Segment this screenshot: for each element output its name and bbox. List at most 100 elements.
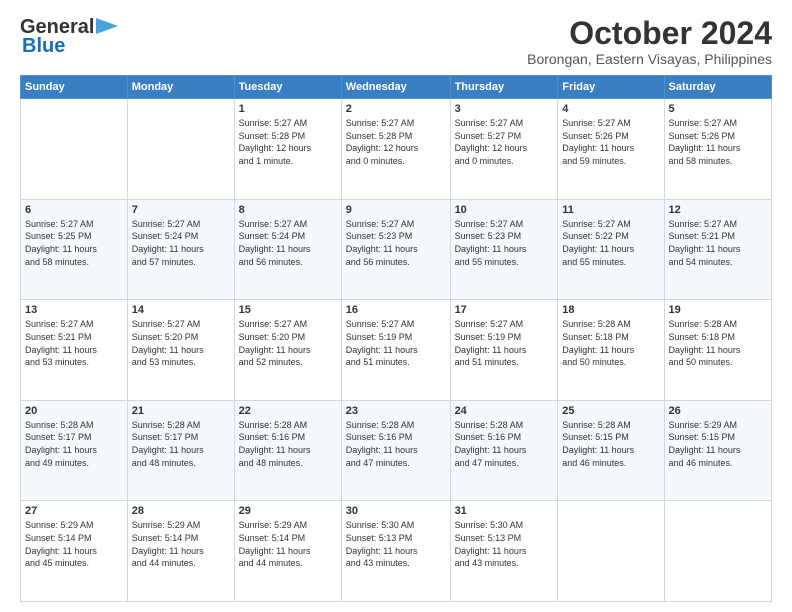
day-number: 18 xyxy=(562,304,659,316)
day-info: Sunrise: 5:29 AM Sunset: 5:15 PM Dayligh… xyxy=(669,419,767,469)
day-info: Sunrise: 5:27 AM Sunset: 5:25 PM Dayligh… xyxy=(25,218,123,268)
col-wednesday: Wednesday xyxy=(341,76,450,99)
calendar-cell: 25Sunrise: 5:28 AM Sunset: 5:15 PM Dayli… xyxy=(558,400,664,501)
calendar-cell: 5 Sunrise: 5:27 AM Sunset: 5:26 PM Daylig… xyxy=(664,99,771,200)
day-number: 23 xyxy=(346,405,446,417)
calendar-cell: 11Sunrise: 5:27 AM Sunset: 5:22 PM Dayli… xyxy=(558,199,664,300)
calendar-cell: 6 Sunrise: 5:27 AM Sunset: 5:25 PM Daylig… xyxy=(21,199,128,300)
calendar-cell: 29 Sunrise: 5:29 AM Sunset: 5:14 PM Dayli… xyxy=(234,501,341,602)
col-friday: Friday xyxy=(558,76,664,99)
week-row-2: 6 Sunrise: 5:27 AM Sunset: 5:25 PM Daylig… xyxy=(21,199,772,300)
day-info: Sunrise: 5:28 AM Sunset: 5:18 PM Dayligh… xyxy=(669,318,767,368)
day-info: Sunrise: 5:27 AM Sunset: 5:21 PM Dayligh… xyxy=(669,218,767,268)
calendar-cell xyxy=(127,99,234,200)
header: General Blue October 2024 Borongan, East… xyxy=(20,16,772,67)
day-info: Sunrise: 5:28 AM Sunset: 5:18 PM Dayligh… xyxy=(562,318,659,368)
day-info: Sunrise: 5:28 AM Sunset: 5:16 PM Dayligh… xyxy=(346,419,446,469)
day-number: 3 xyxy=(455,103,554,115)
calendar-cell: 20 Sunrise: 5:28 AM Sunset: 5:17 PM Dayli… xyxy=(21,400,128,501)
calendar-cell: 27 Sunrise: 5:29 AM Sunset: 5:14 PM Dayli… xyxy=(21,501,128,602)
day-number: 17 xyxy=(455,304,554,316)
day-info: Sunrise: 5:30 AM Sunset: 5:13 PM Dayligh… xyxy=(455,519,554,569)
calendar-cell: 21 Sunrise: 5:28 AM Sunset: 5:17 PM Dayli… xyxy=(127,400,234,501)
calendar-cell: 10 Sunrise: 5:27 AM Sunset: 5:23 PM Dayli… xyxy=(450,199,558,300)
day-info: Sunrise: 5:27 AM Sunset: 5:27 PM Dayligh… xyxy=(455,117,554,167)
day-info: Sunrise: 5:28 AM Sunset: 5:16 PM Dayligh… xyxy=(455,419,554,469)
day-number: 24 xyxy=(455,405,554,417)
calendar-cell: 19 Sunrise: 5:28 AM Sunset: 5:18 PM Dayli… xyxy=(664,300,771,401)
day-info: Sunrise: 5:28 AM Sunset: 5:17 PM Dayligh… xyxy=(25,419,123,469)
day-number: 14 xyxy=(132,304,230,316)
calendar-table: Sunday Monday Tuesday Wednesday Thursday… xyxy=(20,75,772,602)
day-number: 29 xyxy=(239,505,337,517)
title-block: October 2024 Borongan, Eastern Visayas, … xyxy=(527,16,772,67)
calendar-cell: 9 Sunrise: 5:27 AM Sunset: 5:23 PM Daylig… xyxy=(341,199,450,300)
logo: General Blue xyxy=(20,16,118,58)
calendar-cell: 23 Sunrise: 5:28 AM Sunset: 5:16 PM Dayli… xyxy=(341,400,450,501)
logo-blue: Blue xyxy=(22,35,65,58)
calendar-cell: 12 Sunrise: 5:27 AM Sunset: 5:21 PM Dayli… xyxy=(664,199,771,300)
day-info: Sunrise: 5:29 AM Sunset: 5:14 PM Dayligh… xyxy=(25,519,123,569)
calendar-cell: 1Sunrise: 5:27 AM Sunset: 5:28 PM Daylig… xyxy=(234,99,341,200)
day-info: Sunrise: 5:28 AM Sunset: 5:16 PM Dayligh… xyxy=(239,419,337,469)
day-info: Sunrise: 5:27 AM Sunset: 5:24 PM Dayligh… xyxy=(239,218,337,268)
day-number: 7 xyxy=(132,204,230,216)
day-number: 5 xyxy=(669,103,767,115)
day-number: 22 xyxy=(239,405,337,417)
day-info: Sunrise: 5:27 AM Sunset: 5:19 PM Dayligh… xyxy=(346,318,446,368)
day-number: 11 xyxy=(562,204,659,216)
calendar-cell: 26 Sunrise: 5:29 AM Sunset: 5:15 PM Dayli… xyxy=(664,400,771,501)
calendar-cell: 17Sunrise: 5:27 AM Sunset: 5:19 PM Dayli… xyxy=(450,300,558,401)
calendar-cell: 2Sunrise: 5:27 AM Sunset: 5:28 PM Daylig… xyxy=(341,99,450,200)
calendar-cell: 15Sunrise: 5:27 AM Sunset: 5:20 PM Dayli… xyxy=(234,300,341,401)
day-info: Sunrise: 5:27 AM Sunset: 5:28 PM Dayligh… xyxy=(346,117,446,167)
calendar-subtitle: Borongan, Eastern Visayas, Philippines xyxy=(527,51,772,67)
day-info: Sunrise: 5:27 AM Sunset: 5:24 PM Dayligh… xyxy=(132,218,230,268)
day-number: 20 xyxy=(25,405,123,417)
calendar-cell xyxy=(664,501,771,602)
day-number: 1 xyxy=(239,103,337,115)
day-number: 26 xyxy=(669,405,767,417)
day-info: Sunrise: 5:29 AM Sunset: 5:14 PM Dayligh… xyxy=(239,519,337,569)
week-row-5: 27 Sunrise: 5:29 AM Sunset: 5:14 PM Dayli… xyxy=(21,501,772,602)
calendar-cell: 3 Sunrise: 5:27 AM Sunset: 5:27 PM Daylig… xyxy=(450,99,558,200)
day-number: 6 xyxy=(25,204,123,216)
col-sunday: Sunday xyxy=(21,76,128,99)
day-number: 30 xyxy=(346,505,446,517)
calendar-cell: 8 Sunrise: 5:27 AM Sunset: 5:24 PM Daylig… xyxy=(234,199,341,300)
day-info: Sunrise: 5:28 AM Sunset: 5:15 PM Dayligh… xyxy=(562,419,659,469)
col-saturday: Saturday xyxy=(664,76,771,99)
calendar-cell: 24 Sunrise: 5:28 AM Sunset: 5:16 PM Dayli… xyxy=(450,400,558,501)
day-number: 10 xyxy=(455,204,554,216)
week-row-4: 20 Sunrise: 5:28 AM Sunset: 5:17 PM Dayli… xyxy=(21,400,772,501)
day-info: Sunrise: 5:27 AM Sunset: 5:26 PM Dayligh… xyxy=(669,117,767,167)
day-info: Sunrise: 5:28 AM Sunset: 5:17 PM Dayligh… xyxy=(132,419,230,469)
col-tuesday: Tuesday xyxy=(234,76,341,99)
day-info: Sunrise: 5:27 AM Sunset: 5:23 PM Dayligh… xyxy=(455,218,554,268)
day-number: 31 xyxy=(455,505,554,517)
week-row-1: 1 Sunrise: 5:27 AM Sunset: 5:28 PM Daylig… xyxy=(21,99,772,200)
day-info: Sunrise: 5:27 AM Sunset: 5:20 PM Dayligh… xyxy=(132,318,230,368)
day-number: 12 xyxy=(669,204,767,216)
calendar-title: October 2024 xyxy=(527,16,772,51)
day-info: Sunrise: 5:30 AM Sunset: 5:13 PM Dayligh… xyxy=(346,519,446,569)
day-number: 21 xyxy=(132,405,230,417)
calendar-cell: 30 Sunrise: 5:30 AM Sunset: 5:13 PM Dayli… xyxy=(341,501,450,602)
page: General Blue October 2024 Borongan, East… xyxy=(0,0,792,612)
day-number: 19 xyxy=(669,304,767,316)
day-number: 8 xyxy=(239,204,337,216)
col-monday: Monday xyxy=(127,76,234,99)
week-row-3: 13Sunrise: 5:27 AM Sunset: 5:21 PM Dayli… xyxy=(21,300,772,401)
logo-arrow-icon xyxy=(96,18,118,34)
calendar-cell: 16Sunrise: 5:27 AM Sunset: 5:19 PM Dayli… xyxy=(341,300,450,401)
day-number: 28 xyxy=(132,505,230,517)
calendar-cell: 22 Sunrise: 5:28 AM Sunset: 5:16 PM Dayli… xyxy=(234,400,341,501)
day-number: 9 xyxy=(346,204,446,216)
day-number: 13 xyxy=(25,304,123,316)
day-info: Sunrise: 5:29 AM Sunset: 5:14 PM Dayligh… xyxy=(132,519,230,569)
calendar-cell: 4Sunrise: 5:27 AM Sunset: 5:26 PM Daylig… xyxy=(558,99,664,200)
day-info: Sunrise: 5:27 AM Sunset: 5:23 PM Dayligh… xyxy=(346,218,446,268)
header-row: Sunday Monday Tuesday Wednesday Thursday… xyxy=(21,76,772,99)
day-number: 27 xyxy=(25,505,123,517)
day-number: 15 xyxy=(239,304,337,316)
